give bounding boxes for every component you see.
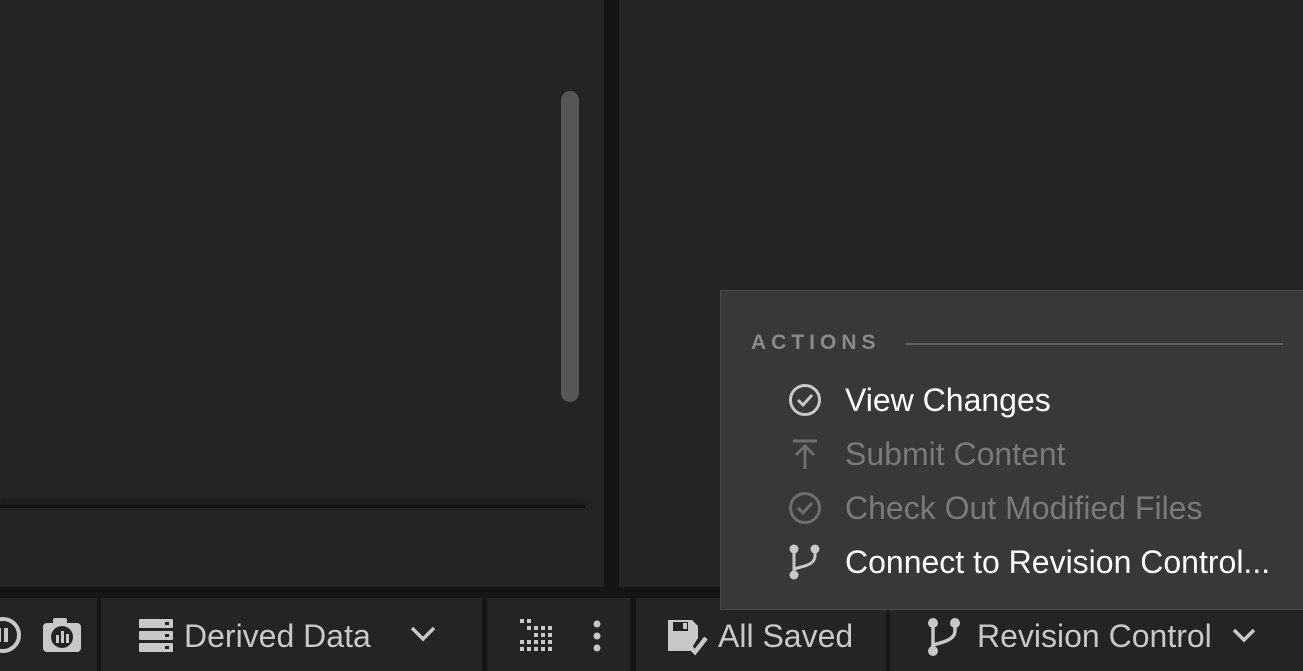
derived-data-label: Derived Data xyxy=(184,618,371,654)
menu-item-view-changes[interactable]: View Changes xyxy=(787,377,1303,423)
chevron-down-icon xyxy=(1232,628,1256,644)
trace-segment xyxy=(0,598,97,671)
branch-icon xyxy=(926,617,962,657)
menu-item-label: Check Out Modified Files xyxy=(845,489,1203,526)
trace-record-icon[interactable] xyxy=(0,616,22,654)
upload-arrow-icon xyxy=(787,436,823,472)
menu-section-header: ACTIONS xyxy=(751,331,881,354)
save-status-label: All Saved xyxy=(718,618,854,654)
menu-item-label: Submit Content xyxy=(845,435,1066,472)
panel-divider xyxy=(0,505,585,508)
stats-segment xyxy=(487,598,630,671)
menu-item-submit-content[interactable]: Submit Content xyxy=(787,431,1303,477)
more-options-icon[interactable] xyxy=(592,620,602,652)
branch-icon xyxy=(787,544,823,580)
chevron-down-icon xyxy=(410,625,436,643)
save-check-icon xyxy=(666,618,708,656)
left-panel xyxy=(0,0,604,587)
menu-item-check-out-modified-files[interactable]: Check Out Modified Files xyxy=(787,485,1303,531)
menu-item-connect-to-revision-control[interactable]: Connect to Revision Control... xyxy=(787,539,1303,585)
derived-data-button[interactable]: Derived Data xyxy=(101,598,482,671)
check-circle-icon xyxy=(787,490,823,526)
vertical-scrollbar-thumb[interactable] xyxy=(561,91,579,402)
menu-item-label: View Changes xyxy=(845,381,1051,418)
revision-control-label: Revision Control xyxy=(977,618,1212,654)
revision-control-menu: ACTIONS View Changes Submit Content Chec… xyxy=(720,290,1303,610)
insights-capture-icon[interactable] xyxy=(41,616,83,654)
server-stack-icon xyxy=(138,617,174,653)
menu-section-divider xyxy=(906,343,1283,345)
menu-item-label: Connect to Revision Control... xyxy=(845,543,1271,580)
check-circle-icon xyxy=(787,382,823,418)
stat-bars-icon[interactable] xyxy=(520,619,554,653)
